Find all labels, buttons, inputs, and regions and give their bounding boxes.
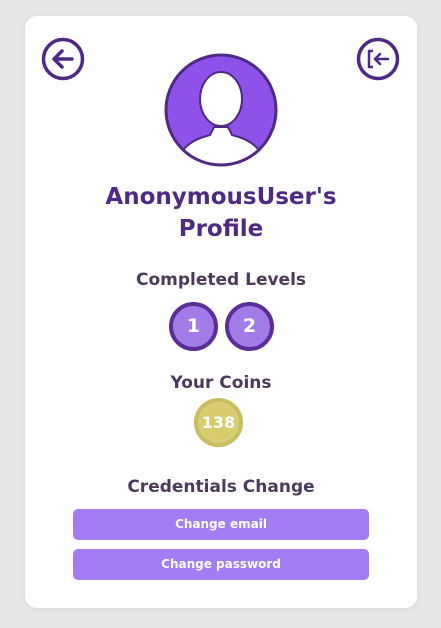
level-badge: 1 — [169, 302, 218, 351]
page-title-line2: Profile — [178, 216, 264, 242]
completed-levels-list: 1 2 — [169, 302, 274, 351]
logout-icon — [356, 37, 400, 81]
back-button[interactable] — [41, 37, 85, 81]
page-title-line1: AnonymousUser's — [105, 184, 337, 210]
coins-heading: Your Coins — [170, 373, 272, 393]
avatar — [162, 51, 280, 169]
arrow-left-circle-icon — [41, 37, 85, 81]
logout-button[interactable] — [356, 37, 400, 81]
user-silhouette-icon — [164, 53, 278, 167]
change-password-button[interactable]: Change password — [73, 549, 369, 580]
coin-badge: 138 — [194, 398, 243, 447]
credentials-heading: Credentials Change — [127, 477, 315, 497]
page-title: AnonymousUser's Profile — [25, 181, 417, 245]
level-badge: 2 — [225, 302, 274, 351]
completed-levels-heading: Completed Levels — [135, 270, 307, 290]
change-email-button[interactable]: Change email — [73, 509, 369, 540]
coin-count: 138 — [201, 413, 236, 432]
profile-card: AnonymousUser's Profile Completed Levels… — [25, 16, 417, 608]
